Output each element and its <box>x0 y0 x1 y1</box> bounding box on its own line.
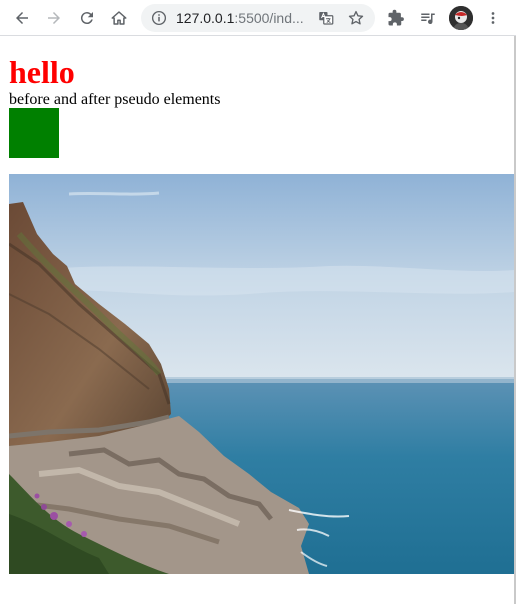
url-path: :5500/ind... <box>234 10 304 26</box>
page-heading: hello <box>9 54 75 90</box>
extensions-puzzle-icon[interactable] <box>384 6 408 30</box>
url-text[interactable]: 127.0.0.1:5500/ind... <box>176 10 304 26</box>
coastline-photo <box>9 174 514 574</box>
translate-icon[interactable] <box>317 9 335 27</box>
browser-menu-icon[interactable] <box>481 6 505 30</box>
media-playlist-icon[interactable] <box>416 6 440 30</box>
profile-avatar[interactable] <box>449 6 473 30</box>
site-info-icon[interactable] <box>150 9 168 27</box>
address-bar[interactable]: 127.0.0.1:5500/ind... <box>141 4 375 32</box>
page-viewport: hello before and after pseudo elements <box>0 37 514 604</box>
browser-toolbar: 127.0.0.1:5500/ind... <box>0 0 516 36</box>
back-icon[interactable] <box>10 6 34 30</box>
reload-icon[interactable] <box>75 6 99 30</box>
bookmark-star-icon[interactable] <box>347 9 365 27</box>
forward-icon[interactable] <box>42 6 66 30</box>
url-host: 127.0.0.1 <box>176 10 235 26</box>
page-caption: before and after pseudo elements <box>9 91 221 108</box>
home-icon[interactable] <box>107 6 131 30</box>
green-square <box>9 108 59 158</box>
